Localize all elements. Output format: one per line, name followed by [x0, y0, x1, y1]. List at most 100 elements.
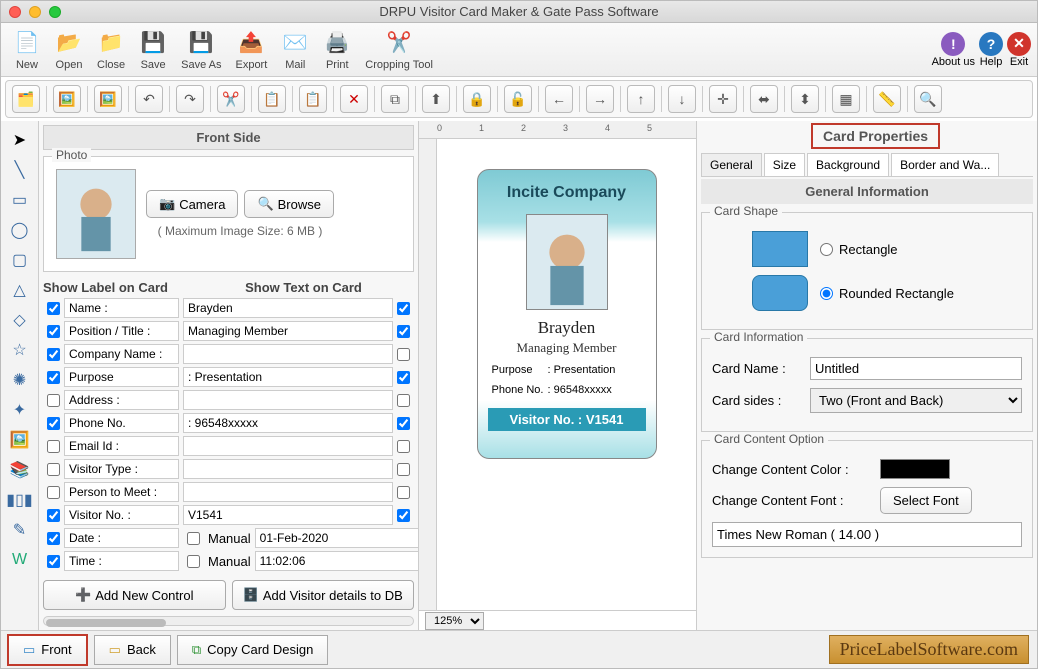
tb-lock-icon[interactable]: 🔒	[463, 85, 491, 113]
open-button[interactable]: 📂Open	[49, 27, 89, 73]
add-control-button[interactable]: ➕Add New Control	[43, 580, 226, 610]
field-label-input[interactable]	[64, 528, 179, 548]
show-text-checkbox[interactable]	[397, 348, 410, 361]
tb-align-top-icon[interactable]: ↑	[627, 85, 655, 113]
card-name-input[interactable]	[810, 357, 1022, 380]
field-text-input[interactable]	[183, 505, 393, 525]
close-button[interactable]: 📁Close	[91, 27, 131, 73]
tb-unlock-icon[interactable]: 🔓	[504, 85, 532, 113]
show-label-checkbox[interactable]	[47, 371, 60, 384]
show-label-checkbox[interactable]	[47, 463, 60, 476]
field-text-input[interactable]	[183, 436, 393, 456]
tb-bring-front-icon[interactable]: ⬆	[422, 85, 450, 113]
tb-align-bottom-icon[interactable]: ↓	[668, 85, 696, 113]
ellipse-tool-icon[interactable]: ◯	[7, 217, 33, 243]
show-label-checkbox[interactable]	[47, 440, 60, 453]
line-tool-icon[interactable]: ╲	[7, 157, 33, 183]
triangle-tool-icon[interactable]: △	[7, 277, 33, 303]
field-text-input[interactable]	[183, 413, 393, 433]
field-text-input[interactable]	[255, 528, 419, 548]
exit-button[interactable]: ✕Exit	[1007, 32, 1031, 68]
tab-border[interactable]: Border and Wa...	[891, 153, 999, 176]
show-text-checkbox[interactable]	[397, 302, 410, 315]
field-text-input[interactable]	[183, 298, 393, 318]
field-label-input[interactable]	[64, 436, 179, 456]
show-text-checkbox[interactable]	[397, 417, 410, 430]
print-button[interactable]: 🖨️Print	[317, 27, 357, 73]
cropping-tool-button[interactable]: ✂️Cropping Tool	[359, 27, 439, 73]
show-text-checkbox[interactable]	[397, 371, 410, 384]
field-label-input[interactable]	[64, 482, 179, 502]
tb-center-icon[interactable]: ✛	[709, 85, 737, 113]
show-text-checkbox[interactable]	[397, 486, 410, 499]
field-label-input[interactable]	[64, 367, 179, 387]
tab-back[interactable]: ▭Back	[94, 635, 171, 665]
image-tool-icon[interactable]: 🖼️	[7, 427, 33, 453]
show-label-checkbox[interactable]	[47, 348, 60, 361]
add-db-button[interactable]: 🗄️Add Visitor details to DB	[232, 580, 415, 610]
zoom-select[interactable]: 125%	[425, 612, 484, 630]
radio-rectangle[interactable]	[820, 243, 833, 256]
tb-paste-icon[interactable]: 📋	[299, 85, 327, 113]
copy-card-design-button[interactable]: ⧉Copy Card Design	[177, 635, 329, 665]
field-label-input[interactable]	[64, 321, 179, 341]
show-label-checkbox[interactable]	[47, 302, 60, 315]
tb-undo-icon[interactable]: ↶	[135, 85, 163, 113]
pointer-tool-icon[interactable]: ➤	[7, 127, 33, 153]
tb-copy-icon[interactable]: 📋	[258, 85, 286, 113]
browse-button[interactable]: 🔍Browse	[244, 190, 334, 218]
show-label-checkbox[interactable]	[47, 394, 60, 407]
tb-image-export-icon[interactable]: 🖼️	[94, 85, 122, 113]
field-label-input[interactable]	[64, 298, 179, 318]
tb-redo-icon[interactable]: ↷	[176, 85, 204, 113]
tb-align-left-icon[interactable]: ←	[545, 85, 573, 113]
tab-size[interactable]: Size	[764, 153, 805, 176]
save-as-button[interactable]: 💾Save As	[175, 27, 227, 73]
tab-background[interactable]: Background	[807, 153, 889, 176]
manual-checkbox[interactable]	[187, 555, 200, 568]
manual-checkbox[interactable]	[187, 532, 200, 545]
save-button[interactable]: 💾Save	[133, 27, 173, 73]
field-label-input[interactable]	[64, 344, 179, 364]
show-label-checkbox[interactable]	[47, 417, 60, 430]
show-text-checkbox[interactable]	[397, 463, 410, 476]
tb-cut-icon[interactable]: ✂️	[217, 85, 245, 113]
about-button[interactable]: !About us	[932, 32, 975, 68]
select-font-button[interactable]: Select Font	[880, 487, 972, 514]
diamond-tool-icon[interactable]: ◇	[7, 307, 33, 333]
new-button[interactable]: 📄New	[7, 27, 47, 73]
show-text-checkbox[interactable]	[397, 440, 410, 453]
help-button[interactable]: ?Help	[979, 32, 1003, 68]
tb-delete-icon[interactable]: ✕	[340, 85, 368, 113]
signature-tool-icon[interactable]: ✎	[7, 517, 33, 543]
tb-grid-icon[interactable]: ▦	[832, 85, 860, 113]
horizontal-scrollbar[interactable]	[43, 616, 414, 626]
library-tool-icon[interactable]: 📚	[7, 457, 33, 483]
field-label-input[interactable]	[64, 505, 179, 525]
arrow-tool-icon[interactable]: ✦	[7, 397, 33, 423]
content-color-swatch[interactable]	[880, 459, 950, 479]
field-label-input[interactable]	[64, 413, 179, 433]
tab-front[interactable]: ▭Front	[7, 634, 88, 666]
tab-general[interactable]: General	[701, 153, 762, 176]
field-text-input[interactable]	[255, 551, 419, 571]
field-label-input[interactable]	[64, 551, 179, 571]
show-label-checkbox[interactable]	[47, 532, 60, 545]
field-text-input[interactable]	[183, 459, 393, 479]
rounded-rect-tool-icon[interactable]: ▢	[7, 247, 33, 273]
camera-button[interactable]: 📷Camera	[146, 190, 238, 218]
field-text-input[interactable]	[183, 321, 393, 341]
radio-rounded-rectangle[interactable]	[820, 287, 833, 300]
tb-duplicate-icon[interactable]: ⧉	[381, 85, 409, 113]
barcode-tool-icon[interactable]: ▮▯▮	[7, 487, 33, 513]
card-sides-select[interactable]: Two (Front and Back)	[810, 388, 1022, 413]
field-text-input[interactable]	[183, 482, 393, 502]
tb-preview-icon[interactable]: 🔍	[914, 85, 942, 113]
field-text-input[interactable]	[183, 344, 393, 364]
tb-ruler-icon[interactable]: 📏	[873, 85, 901, 113]
tb-align-v-icon[interactable]: ⬍	[791, 85, 819, 113]
field-text-input[interactable]	[183, 390, 393, 410]
show-text-checkbox[interactable]	[397, 509, 410, 522]
show-label-checkbox[interactable]	[47, 486, 60, 499]
field-text-input[interactable]	[183, 367, 393, 387]
